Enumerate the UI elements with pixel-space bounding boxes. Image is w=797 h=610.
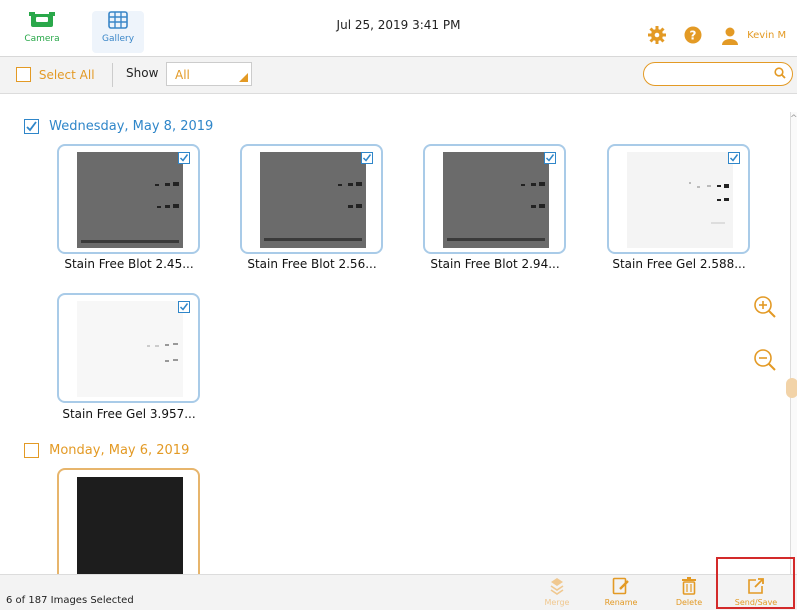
dark-image: [77, 477, 183, 574]
gallery-thumbnail[interactable]: [57, 468, 200, 574]
merge-button[interactable]: Merge: [529, 577, 585, 607]
toolbar-divider: [112, 63, 113, 87]
gallery-thumbnail[interactable]: [57, 293, 200, 403]
zoom-in-button[interactable]: [753, 295, 777, 323]
user-menu[interactable]: Kevin M: [722, 25, 786, 45]
rename-icon: [612, 577, 629, 595]
item-checkbox[interactable]: [178, 152, 190, 164]
top-bar: Camera Gallery Jul 25, 2019 3:41 PM ? Ke…: [0, 0, 797, 57]
trash-icon: [682, 577, 696, 595]
rename-label: Rename: [604, 598, 638, 607]
help-icon: ?: [684, 26, 702, 44]
search-input[interactable]: [643, 62, 793, 86]
group-header-may8[interactable]: Wednesday, May 8, 2019: [24, 119, 213, 134]
user-name: Kevin M: [747, 30, 787, 41]
zoom-out-icon: [754, 349, 776, 371]
checkmark-icon: [179, 303, 189, 311]
gallery-thumbnail[interactable]: [423, 144, 566, 254]
blot-image: [260, 152, 366, 248]
group-checkbox-may6[interactable]: [24, 443, 39, 458]
filter-toolbar: Select All Show All: [0, 57, 797, 94]
show-label: Show: [126, 66, 159, 80]
show-filter-dropdown[interactable]: All: [166, 62, 252, 86]
thumbnail-caption: Stain Free Blot 2.45...: [64, 257, 194, 271]
gel-image: [627, 152, 733, 248]
item-checkbox[interactable]: [728, 152, 740, 164]
checkmark-icon: [362, 154, 372, 162]
gallery-thumbnail[interactable]: [607, 144, 750, 254]
zoom-out-button[interactable]: [753, 348, 777, 376]
group-checkbox-may8[interactable]: [24, 119, 39, 134]
selection-status: 6 of 187 Images Selected: [6, 595, 134, 606]
checkmark-icon: [179, 154, 189, 162]
merge-label: Merge: [544, 598, 570, 607]
datetime-display: Jul 25, 2019 3:41 PM: [336, 18, 461, 32]
checkmark-icon: [26, 121, 37, 132]
group-header-may6[interactable]: Monday, May 6, 2019: [24, 443, 189, 458]
checkmark-icon: [729, 154, 739, 162]
select-all-label: Select All: [38, 67, 95, 82]
group-date-label: Wednesday, May 8, 2019: [49, 119, 214, 134]
highlight-box: [716, 557, 795, 609]
scroll-up-icon[interactable]: ^: [790, 114, 797, 124]
show-filter-value: All: [175, 68, 190, 82]
delete-button[interactable]: Delete: [661, 577, 717, 607]
checkmark-icon: [545, 154, 555, 162]
nav-camera-label: Camera: [24, 34, 60, 44]
item-checkbox[interactable]: [178, 301, 190, 313]
blot-image: [77, 152, 183, 248]
zoom-in-icon: [754, 296, 776, 318]
gel-image: [77, 301, 183, 397]
thumbnail-caption: Stain Free Blot 2.56...: [247, 257, 377, 271]
nav-gallery-label: Gallery: [101, 34, 135, 44]
scroll-handle[interactable]: [786, 378, 797, 398]
search-icon[interactable]: [774, 67, 786, 79]
rename-button[interactable]: Rename: [593, 577, 649, 607]
item-checkbox[interactable]: [361, 152, 373, 164]
thumbnail-caption: Stain Free Gel 3.957...: [62, 407, 196, 421]
merge-icon: [550, 578, 564, 595]
svg-text:?: ?: [690, 29, 697, 43]
gear-icon: [648, 26, 666, 44]
blot-image: [443, 152, 549, 248]
dropdown-arrow-icon: [239, 73, 248, 82]
select-all-box[interactable]: [16, 67, 31, 82]
thumbnail-caption: Stain Free Blot 2.94...: [430, 257, 560, 271]
gallery-thumbnail[interactable]: [240, 144, 383, 254]
user-icon: [722, 27, 738, 45]
settings-button[interactable]: [648, 26, 666, 48]
group-date-label: Monday, May 6, 2019: [49, 443, 190, 458]
delete-label: Delete: [675, 598, 703, 607]
item-checkbox[interactable]: [544, 152, 556, 164]
thumbnail-caption: Stain Free Gel 2.588...: [612, 257, 746, 271]
select-all-checkbox[interactable]: Select All: [16, 67, 95, 82]
gallery-thumbnail[interactable]: [57, 144, 200, 254]
right-scroll-rail[interactable]: [790, 112, 797, 582]
bottom-action-bar: 6 of 187 Images Selected Merge Rename De…: [0, 574, 797, 610]
help-button[interactable]: ?: [684, 26, 702, 48]
